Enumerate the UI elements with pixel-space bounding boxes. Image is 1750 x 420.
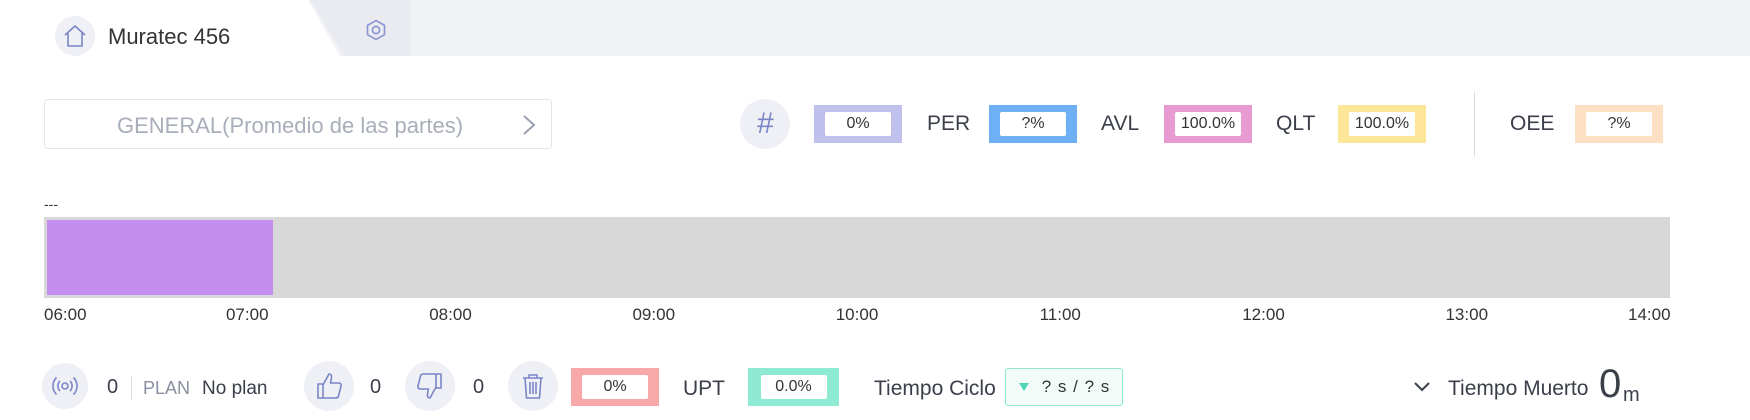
signal-button[interactable]: [42, 363, 88, 409]
timeline-tick-label: 10:00: [835, 305, 879, 324]
upt-label: UPT: [683, 377, 725, 400]
timeline-tick-label: 06:00: [44, 305, 87, 324]
scrap-button[interactable]: [508, 361, 558, 411]
hexagon-nut-icon[interactable]: [365, 19, 387, 46]
part-selector[interactable]: GENERAL(Promedio de las partes): [44, 99, 552, 149]
plan-divider: [131, 376, 132, 400]
triangle-down-icon: [1018, 383, 1029, 391]
cycle-time-label: Tiempo Ciclo: [874, 377, 996, 400]
timeline-bar[interactable]: [44, 217, 1670, 298]
home-icon: [64, 25, 86, 47]
plan-label: PLAN: [143, 378, 191, 398]
part-selector-label: GENERAL(Promedio de las partes): [117, 113, 464, 138]
timeline-tick-label: 14:00: [1628, 305, 1671, 324]
qlt-label: QLT: [1276, 112, 1316, 135]
scrap-kpi-box: 0%: [571, 368, 659, 406]
timeline-tick-label: 08:00: [429, 305, 472, 324]
broadcast-icon: [52, 376, 78, 396]
qlt-kpi-value: 100.0%: [1349, 112, 1415, 136]
timeline-tick-label: 11:00: [1039, 305, 1081, 324]
signal-count: 0: [107, 376, 119, 398]
count-button[interactable]: #: [740, 99, 790, 149]
dead-time-label: Tiempo Muerto: [1448, 377, 1589, 400]
chevron-right-icon: [523, 115, 536, 135]
timeline-tick-label: 09:00: [632, 305, 676, 324]
thumbs-down-icon: [417, 373, 442, 399]
bad-parts-count: 0: [473, 376, 485, 398]
dead-time-value: 0: [1599, 362, 1622, 406]
per-label: PER: [927, 112, 971, 135]
qlt-kpi-box: 100.0%: [1338, 105, 1426, 143]
thumbs-up-icon: [317, 373, 342, 399]
cycle-time-value: ? s / ? s: [1041, 377, 1111, 396]
chevron-down-icon[interactable]: [1413, 380, 1431, 394]
oee-kpi-value: ?%: [1586, 112, 1652, 136]
upt-kpi-value: 0.0%: [760, 375, 827, 399]
dead-time-unit: m: [1623, 384, 1640, 406]
bad-parts-button[interactable]: [405, 361, 455, 411]
per-kpi-box: ?%: [989, 105, 1077, 143]
timeline-caption: ---: [44, 196, 58, 212]
avl-kpi-box: 100.0%: [1164, 105, 1252, 143]
good-parts-count: 0: [370, 376, 382, 398]
count-kpi-box: 0%: [814, 105, 902, 143]
scrap-kpi-value: 0%: [582, 375, 648, 399]
upt-kpi-box: 0.0%: [748, 368, 839, 406]
avl-label: AVL: [1101, 112, 1140, 135]
top-bar: [0, 0, 1750, 56]
hash-icon: #: [756, 107, 774, 140]
count-kpi-value: 0%: [825, 112, 891, 136]
per-kpi-value: ?%: [1000, 112, 1066, 136]
timeline-tick-label: 12:00: [1242, 305, 1285, 324]
page-title: Muratec 456: [108, 24, 231, 49]
timeline-tick-label: 07:00: [225, 305, 269, 324]
oee-label: OEE: [1510, 112, 1555, 135]
avl-kpi-value: 100.0%: [1175, 112, 1241, 136]
cycle-time-box: ? s / ? s: [1005, 368, 1123, 406]
good-parts-button[interactable]: [304, 361, 354, 411]
kpi-divider: [1474, 92, 1475, 157]
home-button[interactable]: [55, 16, 95, 56]
oee-kpi-box: ?%: [1575, 105, 1663, 143]
trash-icon: [523, 374, 543, 399]
timeline-tick-label: 13:00: [1445, 305, 1489, 324]
plan-value: No plan: [202, 378, 268, 399]
timeline-segment[interactable]: [47, 220, 273, 295]
